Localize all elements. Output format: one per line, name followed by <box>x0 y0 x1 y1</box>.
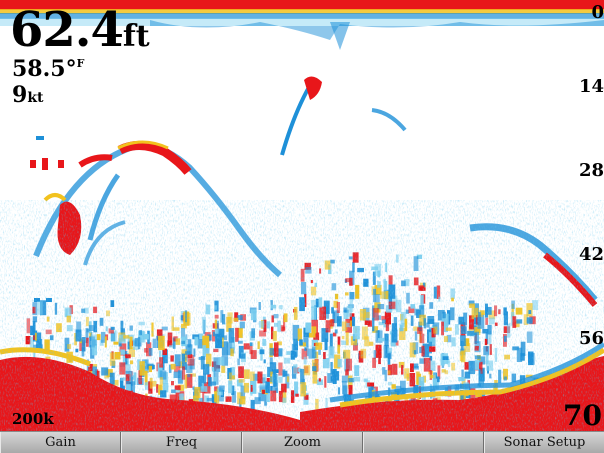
sonar-display: 62.4ft 58.5°F 9kt 0 14 28 42 56 200k 70 <box>0 0 604 431</box>
softkey-sonar-setup[interactable]: Sonar Setup <box>484 432 604 453</box>
speed-value: 9 <box>12 82 28 108</box>
sonar-screen: 62.4ft 58.5°F 9kt 0 14 28 42 56 200k 70 … <box>0 0 604 453</box>
softkey-blank[interactable] <box>363 432 484 453</box>
water-temperature-readout: 58.5°F <box>12 58 84 80</box>
softkey-zoom[interactable]: Zoom <box>242 432 363 453</box>
speed-unit: kt <box>27 90 44 106</box>
depth-scale-label: 14 <box>578 76 604 97</box>
depth-value: 62.4 <box>10 2 124 58</box>
depth-readout: 62.4ft <box>10 6 150 54</box>
depth-scale-label: 0 <box>591 2 604 23</box>
temperature-value: 58.5° <box>12 56 77 82</box>
depth-unit: ft <box>122 19 150 54</box>
sonar-return-image <box>0 0 604 431</box>
range-bottom-label: 70 <box>563 399 602 431</box>
depth-scale-label: 28 <box>578 160 604 181</box>
depth-scale-label: 56 <box>578 328 604 349</box>
softkey-bar: Gain Freq Zoom Sonar Setup <box>0 431 604 453</box>
speed-readout: 9kt <box>12 84 43 106</box>
softkey-gain[interactable]: Gain <box>0 432 121 453</box>
temperature-unit: F <box>76 57 85 70</box>
depth-scale-label: 42 <box>578 244 604 265</box>
softkey-freq[interactable]: Freq <box>121 432 242 453</box>
frequency-label: 200k <box>12 410 54 428</box>
